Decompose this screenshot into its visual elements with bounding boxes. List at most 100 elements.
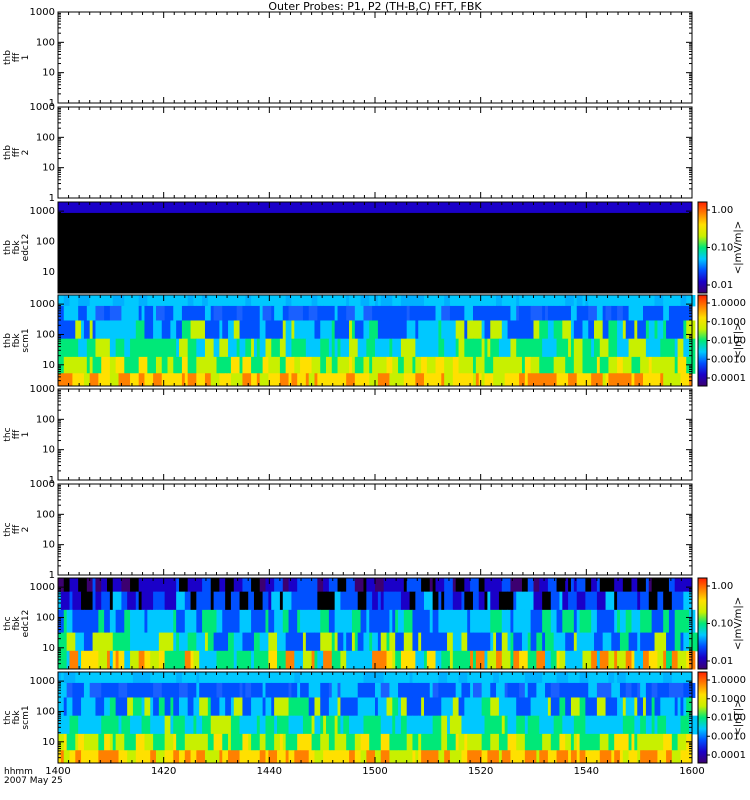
spectrogram-cells [645,338,656,358]
spectrogram-cells [631,609,635,634]
spectrogram-cells [663,305,670,321]
y-tick-label: 100 [36,509,55,520]
spectrogram-cells [213,305,217,321]
spectrogram-cells [311,295,318,307]
spectrogram-cells [207,609,217,634]
y-tick-label: 10 [42,267,55,278]
spectrogram-cells [181,356,189,374]
panel-6: 1101001000thcfff2 [3,479,693,581]
spectrogram-cells [666,650,673,670]
spectrogram-cells [513,356,523,374]
spectrogram-cells [141,715,151,735]
spectrogram-cells [452,338,457,358]
spectrogram-cells [63,733,68,751]
spectrogram-cells [447,715,451,735]
spectrogram-cells [585,733,595,751]
spectrogram-cells [58,591,62,611]
spectrogram-cells [573,682,583,698]
spectrogram-cells [568,295,575,307]
spectrogram-cells [617,697,624,717]
spectrogram-cells [565,356,569,374]
spectrogram-cells [282,320,287,340]
spectrogram-cells [259,578,266,593]
spectrogram-cells [228,373,232,387]
spectrogram-cells [331,356,339,374]
spectrogram-cells [66,682,73,698]
spectrogram-cells [328,682,333,698]
spectrogram-cells [66,305,71,321]
spectrogram-cells [386,295,390,307]
spectrogram-cells [144,578,154,593]
spectrogram-cells [308,672,318,684]
spectrogram-cells [323,650,333,670]
spectrogram-cells [556,672,560,684]
spectrogram-cells [677,578,684,593]
spectrogram-cells [389,609,393,634]
spectrogram-cells [104,373,111,387]
spectrogram-cells [63,750,71,764]
spectrogram-cells [423,591,434,611]
spectrogram-cells [447,682,457,698]
spectrogram-cells [622,320,627,340]
spectrogram-cells [423,295,428,307]
spectrogram-cells [449,733,457,751]
spectrogram-cells [556,295,566,307]
spectrogram-cells [253,356,264,374]
spectrogram-cells [472,295,477,307]
spectrogram-cells [570,697,575,717]
spectrogram-cells [320,609,330,634]
spectrogram-cells [562,715,566,735]
spectrogram-cells [222,609,232,634]
spectrogram-cells [640,697,644,717]
spectrogram-cells [337,733,347,751]
y-tick-label: 1000 [30,582,55,593]
colorbar-label: <|nT|> [733,323,744,359]
spectrogram-cells [400,715,408,735]
spectrogram-cells [279,373,287,387]
spectrogram-cells [219,320,223,340]
spectrogram-cells [392,609,396,634]
spectrogram-cells [516,591,526,611]
spectrogram-cells [625,320,635,340]
spectrogram-cells [320,682,330,698]
spectrogram-cells [377,697,388,717]
spectrogram-cells [101,356,111,374]
spectrogram-cells [337,338,341,358]
spectrogram-cells [317,578,324,593]
spectrogram-cells [202,609,209,634]
spectrogram-cells [521,632,529,652]
spectrogram-cells [369,632,373,652]
spectrogram-cells [308,682,313,698]
spectrogram-cells [455,338,460,358]
spectrogram-cells [513,373,520,387]
spectrogram-cells [153,305,157,321]
spectrogram-cells [328,578,339,593]
date-label: 2007 May 25 [4,776,63,786]
spectrogram-cells [637,578,644,593]
spectrogram-cells [265,750,269,764]
spectrogram-cells [406,697,413,717]
spectrogram-cells [524,715,529,735]
spectrogram-cells [104,591,108,611]
spectrogram-cells [138,356,148,374]
spectrogram-cells [619,632,630,652]
spectrogram-cells [507,373,514,387]
spectrogram-cells [115,356,125,374]
spectrogram-cells [435,578,445,593]
spectrogram-cells [570,750,575,764]
spectrogram-cells [689,632,699,652]
spectrogram-cells [170,697,174,717]
spectrogram-cells [542,697,549,717]
spectrogram-cells [337,295,347,307]
spectrogram-cells [403,733,408,751]
spectrogram-cells [386,650,393,670]
spectrogram-cells [326,591,336,611]
spectrogram-cells [542,305,546,321]
spectrogram-cells [452,578,457,593]
spectrogram-cells [438,609,448,634]
spectrogram-cells [204,338,215,358]
spectrogram-cells [666,682,670,698]
spectrogram-cells [524,591,534,611]
spectrogram-cells [354,650,364,670]
spectrogram-cells [153,320,163,340]
